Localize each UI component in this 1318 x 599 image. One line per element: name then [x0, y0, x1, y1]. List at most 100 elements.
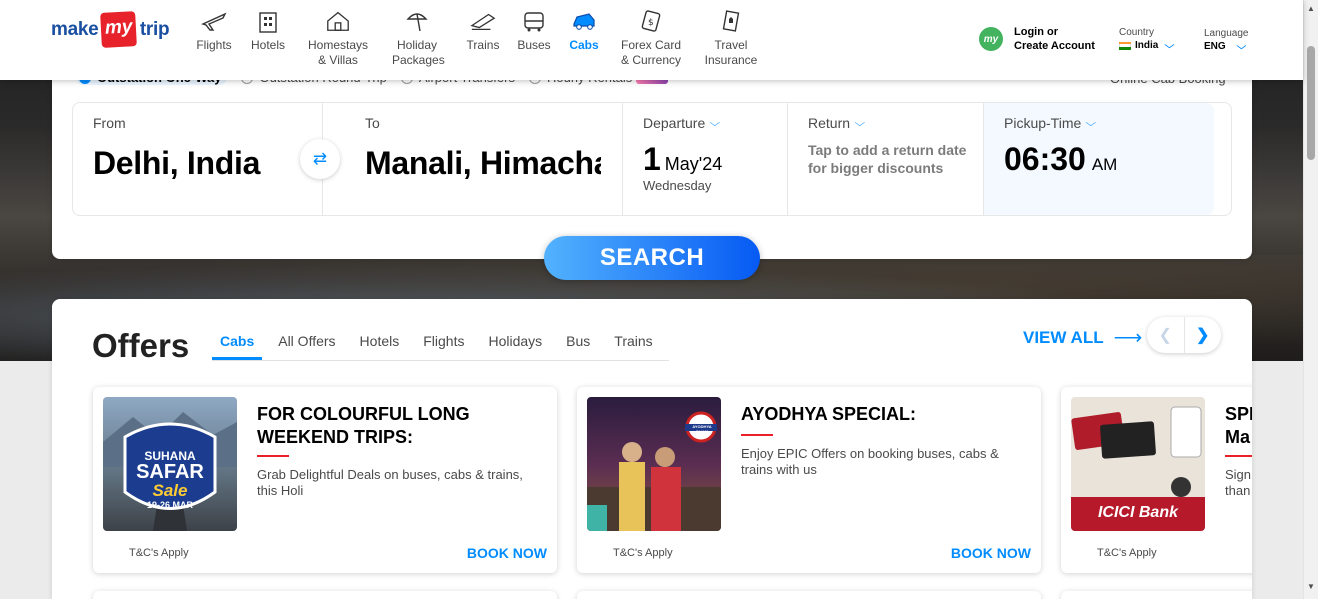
svg-text:$: $ [648, 18, 654, 28]
offer-card[interactable]: AYODHYA DHAM AYODHYA SPECIAL: Enjoy EPIC… [577, 387, 1041, 573]
offer-image-ayodhya: AYODHYA DHAM [587, 397, 721, 531]
nav-trains[interactable]: Trains [456, 8, 510, 68]
scrollbar-thumb[interactable] [1307, 46, 1315, 160]
chevron-down-icon: ⌵ [1236, 41, 1246, 51]
bus-icon [521, 8, 547, 34]
offers-title: Offers [92, 327, 190, 364]
to-value: Manali, Himachal Pradesh [365, 145, 601, 181]
offer-tnc: T&C's Apply [129, 547, 189, 559]
departure-label-row: Departure ⌵ [643, 115, 787, 131]
insurance-icon [718, 8, 744, 34]
nav-cabs[interactable]: Cabs [558, 8, 610, 68]
return-label: Return [808, 115, 851, 131]
nav-label: Cabs [569, 38, 599, 52]
offer-card-next-row[interactable] [577, 591, 1041, 599]
departure-weekday: Wednesday [643, 178, 712, 193]
swap-locations-button[interactable]: ⇄ [300, 139, 340, 179]
offers-tab-all[interactable]: All Offers [270, 333, 343, 360]
swap-icon: ⇄ [312, 149, 328, 168]
offer-card[interactable]: SUHANA SAFAR Sale 19-26 MAR FOR COLOURFU… [93, 387, 557, 573]
nav-label: Trains [466, 38, 500, 52]
forex-icon: $ [638, 8, 664, 34]
nav-holiday-packages[interactable]: Holiday Packages [378, 8, 456, 68]
book-now-button[interactable]: BOOK NOW [951, 545, 1031, 561]
nav-forex[interactable]: $ Forex Card & Currency [610, 8, 692, 68]
nav-buses[interactable]: Buses [510, 8, 558, 68]
country-selector[interactable]: Country India ⌵ [1119, 26, 1175, 52]
search-fields: From Delhi, India To Manali, Himachal Pr… [72, 102, 1232, 216]
login-line1: Login or [1014, 26, 1058, 38]
from-label: From [93, 115, 126, 131]
scroll-down-icon[interactable]: ▼ [1307, 582, 1315, 591]
nav-label: Holiday Packages [392, 38, 445, 67]
offers-tabs: Cabs All Offers Hotels Flights Holidays … [212, 333, 669, 361]
view-all-link[interactable]: VIEW ALL ⟶ [1023, 325, 1142, 350]
departure-field[interactable]: Departure ⌵ 1 May'24 Wednesday [623, 103, 788, 215]
pickup-time-field[interactable]: Pickup-Time ⌵ 06:30 AM [984, 103, 1214, 215]
pickup-label: Pickup-Time [1004, 115, 1082, 131]
from-value: Delhi, India [93, 145, 261, 181]
main-nav: Flights Hotels Homestays & Villas Holida… [190, 8, 770, 68]
pickup-ampm: AM [1091, 155, 1118, 174]
login-line2: Create Account [1014, 40, 1095, 52]
icici-logo-text: ICICI Bank [1097, 504, 1178, 521]
chevron-down-icon: ⌵ [1164, 40, 1175, 50]
homestay-icon [325, 8, 351, 34]
country-label: Country [1119, 27, 1155, 38]
search-button[interactable]: SEARCH [544, 236, 760, 280]
offer-image-suhana-safar: SUHANA SAFAR Sale 19-26 MAR [103, 397, 237, 531]
offer-card[interactable]: ICICI Bank SPECIAL Ma Sign than T&C's Ap… [1061, 387, 1252, 573]
offers-tab-cabs[interactable]: Cabs [212, 333, 263, 360]
nav-travel-insurance[interactable]: Travel Insurance [692, 8, 770, 68]
offer-image-icici: ICICI Bank [1071, 397, 1205, 531]
country-value-row: India ⌵ [1119, 39, 1175, 52]
offers-tab-trains[interactable]: Trains [606, 333, 660, 360]
from-field[interactable]: From Delhi, India [73, 103, 323, 215]
departure-month: May'24 [664, 154, 723, 174]
return-label-row: Return ⌵ [808, 115, 983, 131]
offer-tnc: T&C's Apply [613, 547, 673, 559]
to-label: To [365, 115, 380, 131]
arrow-right-icon: ⟶ [1113, 327, 1143, 349]
nav-label: Travel Insurance [704, 38, 758, 67]
nav-label: Forex Card & Currency [620, 38, 682, 67]
scroll-up-icon[interactable]: ▲ [1307, 4, 1315, 13]
nav-flights[interactable]: Flights [190, 8, 238, 68]
chevron-down-icon: ⌵ [854, 117, 866, 129]
chevron-down-icon: ⌵ [709, 117, 721, 129]
language-label: Language [1204, 28, 1249, 39]
pickup-time-value: 06:30 [1004, 141, 1086, 177]
departure-label: Departure [643, 115, 706, 131]
offer-card-next-row[interactable] [1061, 591, 1252, 599]
return-field[interactable]: Return ⌵ Tap to add a return date for big… [788, 103, 984, 215]
sale-dates-text: 19-26 MAR [146, 500, 193, 510]
top-header: make my trip Flights Hotels Homestays & … [0, 0, 1303, 80]
to-field[interactable]: To Manali, Himachal Pradesh [323, 103, 623, 215]
login-text: Login or Create Account [1014, 25, 1095, 53]
view-all-label: VIEW ALL [1023, 327, 1104, 347]
offer-title-underline [741, 434, 773, 436]
train-icon [470, 8, 496, 34]
offer-card-next-row[interactable] [93, 591, 557, 599]
nav-hotels[interactable]: Hotels [238, 8, 298, 68]
chevron-down-icon: ⌵ [1085, 117, 1097, 129]
offer-title: SPECIAL Ma [1225, 404, 1252, 447]
india-flag-icon [1119, 41, 1131, 50]
offers-tab-bus[interactable]: Bus [558, 333, 598, 360]
offers-tab-hotels[interactable]: Hotels [352, 333, 408, 360]
page-scrollbar[interactable]: ▲ ▼ [1303, 0, 1318, 599]
login-button[interactable]: my Login or Create Account [979, 25, 1095, 53]
offers-tab-flights[interactable]: Flights [415, 333, 472, 360]
offer-description: Grab Delightful Deals on buses, cabs & t… [257, 467, 523, 498]
carousel-prev-button[interactable]: ❮ [1147, 317, 1185, 353]
logo-text-make: make [51, 18, 99, 40]
pickup-time: 06:30 AM [1004, 141, 1214, 178]
makemytrip-logo[interactable]: make my trip [51, 11, 170, 48]
logo-text-trip: trip [139, 18, 170, 40]
book-now-button[interactable]: BOOK NOW [467, 545, 547, 561]
language-selector[interactable]: Language ENG ⌵ [1204, 27, 1249, 53]
offers-tab-holidays[interactable]: Holidays [480, 333, 550, 360]
nav-homestays[interactable]: Homestays & Villas [298, 8, 378, 68]
chevron-right-icon: ❯ [1196, 327, 1210, 344]
carousel-next-button[interactable]: ❯ [1185, 317, 1222, 353]
